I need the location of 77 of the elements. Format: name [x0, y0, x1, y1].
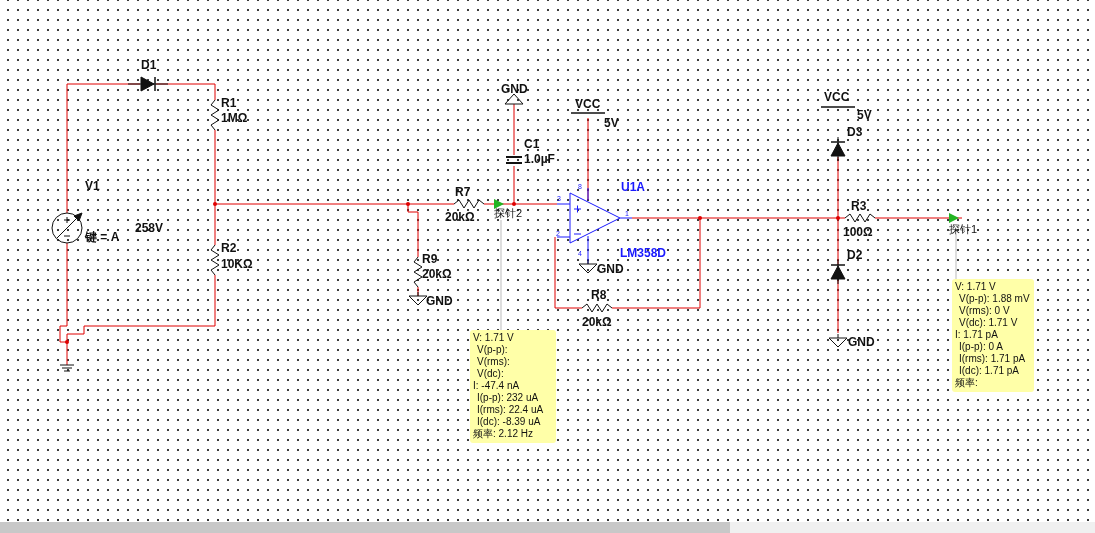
component-value: 20kΩ [582, 315, 612, 329]
key-label: 键 = A [85, 230, 120, 244]
component-label: R1 [221, 96, 237, 110]
readout-line: I(p-p): 0 A [958, 341, 1004, 353]
wire [513, 103, 515, 156]
probe-marker[interactable] [949, 213, 959, 223]
component-label: U1A [621, 180, 645, 194]
readout-line: V(dc): 1.71 V [958, 317, 1019, 329]
probe-label: 探针2 [494, 207, 523, 219]
supply-label: VCC [575, 97, 601, 111]
junction-dot [406, 202, 410, 206]
diode-symbol [830, 259, 846, 285]
supply-label: GND [597, 262, 624, 276]
component-label: R2 [221, 241, 237, 255]
readout-line: V(p-p): 1.88 mV [958, 293, 1030, 305]
readout-line: 频率: 2.12 Hz [473, 428, 535, 440]
component-label: V1 [85, 179, 100, 193]
supply-label: GND [426, 294, 453, 308]
readout-line: V: 1.71 V [955, 281, 997, 293]
supply-value: 5V [604, 116, 619, 130]
leader-line [955, 233, 957, 280]
resistor-symbol [581, 303, 613, 313]
component-value: 20kΩ [445, 210, 475, 224]
readout-line: V: 1.71 V [473, 332, 515, 344]
junction-dot [698, 216, 702, 220]
component-value: 20kΩ [422, 267, 452, 281]
readout-line: I: -47.4 nA [473, 380, 521, 392]
component-label: C1 [524, 137, 540, 151]
voltage-source-symbol [51, 212, 83, 244]
capacitor-symbol [505, 156, 523, 164]
component-value: 258V [135, 221, 164, 235]
diode-symbol [830, 136, 846, 162]
readout-line: I(rms): 22.4 uA [476, 404, 545, 416]
component-label: R3 [851, 199, 867, 213]
component-label: D2 [847, 248, 863, 262]
ground-symbol [408, 291, 428, 306]
probe-label: 探针1 [949, 223, 978, 235]
supply-value: 5V [857, 108, 872, 122]
supply-label: GND [848, 335, 875, 349]
supply-label: GND [501, 82, 528, 96]
resistor-symbol [210, 99, 220, 131]
component-value: LM358D [620, 246, 666, 260]
diode-symbol [127, 76, 169, 92]
junction-dot [836, 216, 840, 220]
ground-symbol [828, 333, 848, 348]
ground-symbol [504, 93, 524, 105]
horizontal-scrollbar[interactable] [0, 522, 1095, 533]
readout-line: V(dc): [476, 368, 505, 380]
earth-ground-symbol [59, 364, 75, 372]
readout-line: I(p-p): 232 uA [476, 392, 540, 404]
resistor-symbol [844, 213, 876, 223]
component-value: 10KΩ [221, 257, 253, 271]
resistor-symbol [453, 199, 485, 209]
ground-symbol [578, 259, 598, 274]
component-label: R8 [591, 288, 607, 302]
readout-line: I(rms): 1.71 pA [958, 353, 1027, 365]
supply-label: VCC [824, 90, 850, 104]
component-value: 1MΩ [221, 111, 248, 125]
component-value: 100Ω [843, 225, 873, 239]
junction-dot [65, 340, 69, 344]
component-label: D3 [847, 125, 863, 139]
readout-line: 频率: [955, 377, 978, 389]
component-label: D1 [141, 58, 157, 72]
readout-line: I: 1.71 pA [955, 329, 999, 341]
component-value: 1.0µF [524, 152, 555, 166]
junction-dot [213, 202, 217, 206]
junction-dot [512, 202, 516, 206]
resistor-symbol [210, 244, 220, 276]
resistor-symbol [413, 256, 423, 288]
readout-line: V(p-p): [476, 344, 509, 356]
probe-marker[interactable] [494, 199, 504, 209]
readout-line: I(dc): -8.39 uA [476, 416, 542, 428]
component-label: R7 [455, 185, 471, 199]
readout-line: I(dc): 1.71 pA [958, 365, 1021, 377]
readout-line: V(rms): [476, 356, 511, 368]
component-label: R9 [422, 252, 438, 266]
readout-line: V(rms): 0 V [958, 305, 1011, 317]
